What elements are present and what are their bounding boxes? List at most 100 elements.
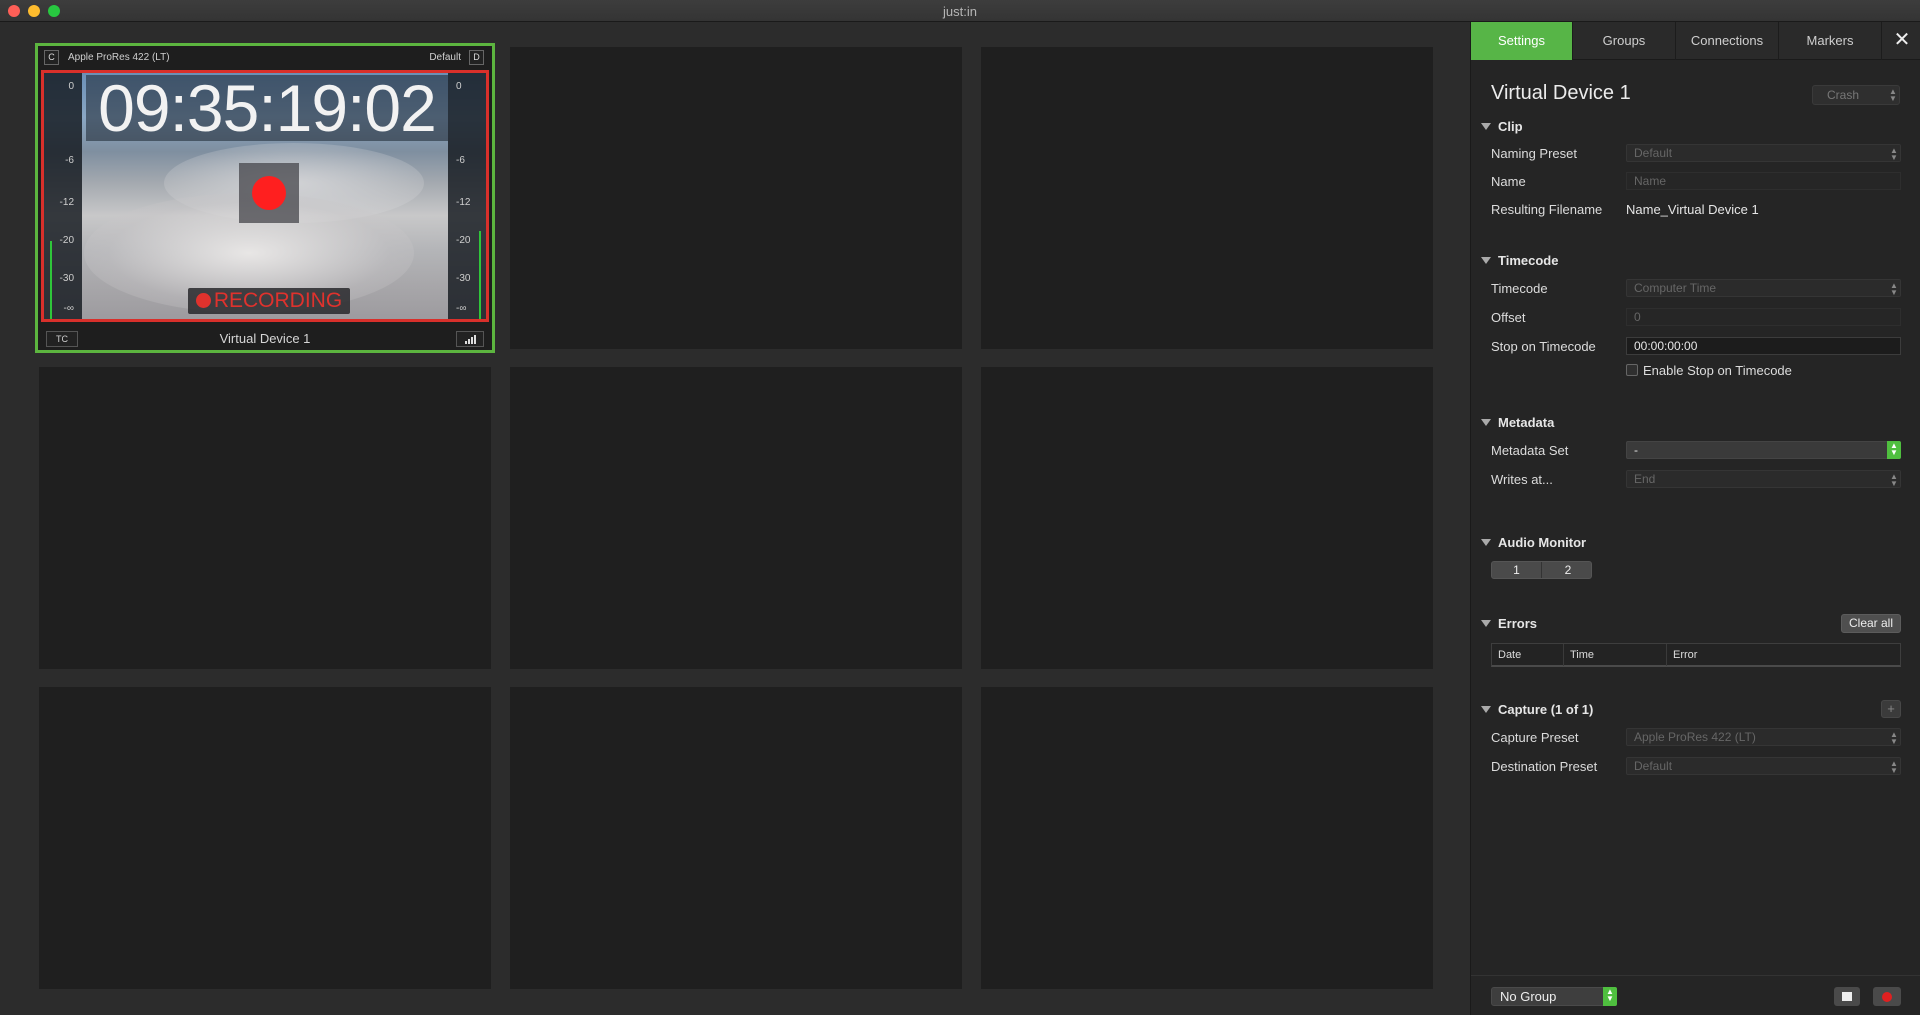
naming-preset-label: Naming Preset <box>1491 146 1577 161</box>
tile-footer: TC Virtual Device 1 <box>38 328 492 350</box>
tile-header: C Apple ProRes 422 (LT) Default D <box>38 46 492 68</box>
updown-chevron-icon: ▲ ▼ <box>1890 759 1898 775</box>
meter-level-bar <box>479 231 481 319</box>
section-errors[interactable]: Errors <box>1481 616 1537 631</box>
capture-preset-value: Apple ProRes 422 (LT) <box>1634 730 1756 744</box>
column-header-date[interactable]: Date <box>1492 644 1564 666</box>
audio-channel-2-button[interactable]: 2 <box>1543 562 1593 578</box>
section-timecode[interactable]: Timecode <box>1481 253 1558 268</box>
section-metadata-title: Metadata <box>1498 415 1555 430</box>
updown-chevron-icon: ▲ ▼ <box>1887 441 1901 459</box>
device-slot-3[interactable] <box>981 47 1433 349</box>
stop-icon <box>1842 992 1852 1001</box>
inspector-tabs: Settings Groups Connections Markers ✕ <box>1471 22 1920 60</box>
section-capture[interactable]: Capture (1 of 1) <box>1481 702 1593 717</box>
device-slot-7[interactable] <box>39 687 491 989</box>
destination-preset-value: Default <box>1634 759 1673 773</box>
section-clip-title: Clip <box>1498 119 1523 134</box>
timecode-display: 09:35:19:02 <box>86 75 448 141</box>
meter-tick: -6 <box>65 155 74 166</box>
destination-preset-select[interactable]: Default ▲ ▼ <box>1626 757 1901 775</box>
crash-select[interactable]: Crash ▲ ▼ <box>1812 85 1900 105</box>
disclosure-triangle-icon <box>1481 706 1491 713</box>
metadata-set-label: Metadata Set <box>1491 443 1569 458</box>
timecode-source-value: Computer Time <box>1634 281 1717 295</box>
resulting-filename-label: Resulting Filename <box>1491 202 1603 217</box>
meter-tick: -∞ <box>456 303 467 314</box>
stop-on-timecode-input[interactable]: 00:00:00:00 <box>1626 337 1901 355</box>
recording-status-text: RECORDING <box>213 289 343 312</box>
updown-chevron-icon: ▲ ▼ <box>1890 281 1898 297</box>
metadata-set-value: - <box>1634 443 1638 457</box>
device-name-label: Virtual Device 1 <box>219 331 311 346</box>
close-icon[interactable]: ✕ <box>1891 29 1913 51</box>
offset-input[interactable]: 0 <box>1626 308 1901 326</box>
resulting-filename-value: Name_Virtual Device 1 <box>1626 202 1759 217</box>
device-slot-5[interactable] <box>510 367 962 669</box>
writes-at-label: Writes at... <box>1491 472 1553 487</box>
audio-meter-left: 0 -6 -12 -20 -30 -∞ <box>44 73 82 319</box>
device-slot-8[interactable] <box>510 687 962 989</box>
offset-label: Offset <box>1491 310 1526 325</box>
recording-dot-icon <box>195 293 211 308</box>
capture-preset-select[interactable]: Apple ProRes 422 (LT) ▲ ▼ <box>1626 728 1901 746</box>
capture-preset-label: Capture Preset <box>1491 730 1579 745</box>
video-preview[interactable]: 0 -6 -12 -20 -30 -∞ 0 -6 -12 -20 -30 -∞ … <box>41 70 489 322</box>
codec-badge[interactable]: C <box>44 50 59 65</box>
section-audio-monitor[interactable]: Audio Monitor <box>1481 535 1586 550</box>
column-header-time[interactable]: Time <box>1564 644 1667 666</box>
device-slot-9[interactable] <box>981 687 1433 989</box>
meter-level-bar <box>50 241 52 319</box>
meter-tick: -20 <box>59 235 74 246</box>
section-metadata[interactable]: Metadata <box>1481 415 1554 430</box>
tab-connections[interactable]: Connections <box>1676 22 1779 60</box>
tab-settings[interactable]: Settings <box>1471 22 1573 60</box>
group-select[interactable]: No Group ▲ ▼ <box>1491 987 1617 1006</box>
updown-chevron-icon: ▲ ▼ <box>1890 146 1898 162</box>
errors-table-header: Date Time Error <box>1491 643 1901 667</box>
timecode-source-select[interactable]: Computer Time ▲ ▼ <box>1626 279 1901 297</box>
enable-stop-checkbox[interactable] <box>1626 364 1638 376</box>
meter-tick: -20 <box>456 235 471 246</box>
codec-label: Apple ProRes 422 (LT) <box>68 52 170 63</box>
section-clip[interactable]: Clip <box>1481 119 1523 134</box>
device-title: Virtual Device 1 <box>1491 82 1631 104</box>
device-tile-virtual-device-1[interactable]: C Apple ProRes 422 (LT) Default D 0 -6 -… <box>35 43 495 353</box>
device-slot-4[interactable] <box>39 367 491 669</box>
device-slot-2[interactable] <box>510 47 962 349</box>
device-grid: C Apple ProRes 422 (LT) Default D 0 -6 -… <box>0 22 1470 1015</box>
stop-button[interactable] <box>1834 987 1860 1006</box>
meter-tick: 0 <box>456 81 462 92</box>
tab-markers[interactable]: Markers <box>1779 22 1882 60</box>
audio-meter-toggle-button[interactable] <box>456 331 484 347</box>
disclosure-triangle-icon <box>1481 257 1491 264</box>
record-button[interactable] <box>239 163 299 223</box>
stop-on-timecode-label: Stop on Timecode <box>1491 339 1596 354</box>
naming-preset-select[interactable]: Default ▲ ▼ <box>1626 144 1901 162</box>
group-select-value: No Group <box>1500 989 1557 1004</box>
naming-preset-value: Default <box>1634 146 1673 160</box>
updown-chevron-icon: ▲ ▼ <box>1890 730 1898 746</box>
destination-badge[interactable]: D <box>469 50 484 65</box>
disclosure-triangle-icon <box>1481 539 1491 546</box>
disclosure-triangle-icon <box>1481 123 1491 130</box>
enable-stop-label[interactable]: Enable Stop on Timecode <box>1643 363 1792 378</box>
audio-meter-right: 0 -6 -12 -20 -30 -∞ <box>448 73 486 319</box>
meter-tick: -6 <box>456 155 465 166</box>
window-title: just:in <box>943 4 977 19</box>
meter-tick: -30 <box>59 273 74 284</box>
metadata-set-select[interactable]: - ▲ ▼ <box>1626 441 1901 459</box>
add-capture-button[interactable]: + <box>1881 700 1901 718</box>
clear-all-button[interactable]: Clear all <box>1841 614 1901 633</box>
tab-groups[interactable]: Groups <box>1573 22 1676 60</box>
section-capture-title: Capture (1 of 1) <box>1498 702 1594 717</box>
section-timecode-title: Timecode <box>1498 253 1559 268</box>
device-slot-6[interactable] <box>981 367 1433 669</box>
recording-status: RECORDING <box>188 288 350 314</box>
writes-at-select[interactable]: End ▲ ▼ <box>1626 470 1901 488</box>
destination-label: Default <box>429 52 461 63</box>
name-input[interactable]: Name <box>1626 172 1901 190</box>
audio-channel-1-button[interactable]: 1 <box>1492 562 1542 578</box>
column-header-error[interactable]: Error <box>1667 644 1900 666</box>
record-all-button[interactable] <box>1873 987 1901 1006</box>
